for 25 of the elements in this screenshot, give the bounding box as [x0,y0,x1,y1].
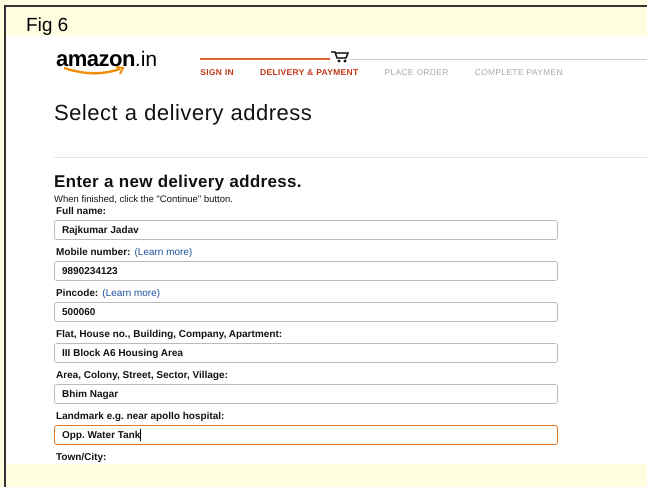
field-label: Flat, House no., Building, Company, Apartment: [56,328,282,341]
field-label: Pincode: [56,287,98,300]
field-label: Mobile number: [56,246,130,259]
checkout-step: PLACE ORDER [384,66,449,79]
field-label: Area, Colony, Street, Sector, Village: [56,369,228,382]
text-input[interactable]: Rajkumar Jadav [54,220,558,240]
checkout-step: COMPLETE PAYMEN [474,66,563,79]
text-input[interactable]: Opp. Water Tank [54,425,558,445]
text-input[interactable]: 500060 [54,302,558,322]
field-label: Full name: [56,205,106,218]
amazon-logo[interactable]: amazon.in [56,48,182,84]
field-label: Town/City: [56,451,106,464]
checkout-step: SIGN IN [200,66,234,79]
field-label: Landmark e.g. near apollo hospital: [56,410,224,423]
checkout-step: DELIVERY & PAYMENT [260,66,358,79]
learn-more-link[interactable]: (Learn more) [102,287,160,300]
instruction-text: When finished, click the "Continue" button. [54,194,234,205]
text-input[interactable]: III Block A6 Housing Area [54,343,558,363]
text-input[interactable]: 9890234123 [54,261,558,281]
page-title: Select a delivery address [54,99,314,127]
text-input[interactable]: Bhim Nagar [54,384,558,404]
form-heading: Enter a new delivery address. [54,172,303,192]
shopping-cart-icon [330,50,350,63]
figure-caption: Fig 6 [26,16,68,35]
learn-more-link[interactable]: (Learn more) [134,246,192,259]
